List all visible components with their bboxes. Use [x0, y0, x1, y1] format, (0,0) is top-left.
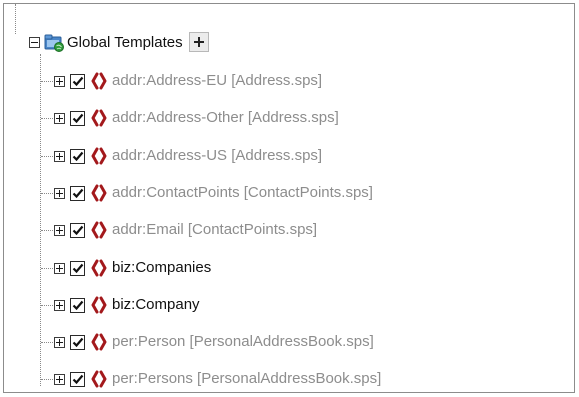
root-label: Global Templates [67, 33, 183, 51]
tree-connector-item [41, 379, 53, 380]
template-item-label: per:Person [PersonalAddressBook.sps] [112, 333, 374, 350]
expand-icon[interactable] [54, 336, 65, 348]
checkmark-icon [72, 374, 83, 385]
template-item[interactable]: per:Persons [PersonalAddressBook.sps] [54, 366, 381, 392]
template-item[interactable]: biz:Company [54, 292, 200, 318]
expand-icon[interactable] [54, 262, 65, 274]
template-tree: Global Templates addr:Address-EU [Addres… [4, 4, 574, 392]
template-braces-icon [91, 259, 107, 277]
template-braces-icon [91, 296, 107, 314]
tree-connector-item [41, 268, 53, 269]
tree-connector-children [40, 54, 41, 386]
template-item[interactable]: addr:ContactPoints [ContactPoints.sps] [54, 180, 373, 206]
enable-checkbox[interactable] [70, 222, 85, 238]
template-braces-icon [91, 221, 107, 239]
tree-connector-item [41, 342, 53, 343]
expand-icon[interactable] [54, 373, 65, 385]
checkmark-icon [72, 188, 83, 199]
template-item-label: addr:Address-US [Address.sps] [112, 147, 323, 164]
checkmark-icon [72, 151, 83, 162]
template-braces-icon [91, 333, 107, 351]
root-node-global-templates[interactable]: Global Templates [29, 29, 209, 55]
enable-checkbox[interactable] [70, 260, 85, 276]
plus-icon [193, 37, 204, 47]
expand-icon[interactable] [54, 187, 65, 199]
template-item[interactable]: addr:Email [ContactPoints.sps] [54, 217, 317, 243]
tree-connector-item [41, 156, 53, 157]
tree-connector-item [41, 193, 53, 194]
template-item[interactable]: addr:Address-Other [Address.sps] [54, 105, 339, 131]
checkmark-icon [72, 337, 83, 348]
expand-icon[interactable] [54, 150, 65, 162]
template-braces-icon [91, 370, 107, 388]
expand-icon[interactable] [54, 112, 65, 124]
template-item-label: biz:Company [112, 296, 200, 313]
tree-connector-item [41, 118, 53, 119]
tree-connector-item [41, 81, 53, 82]
tree-connector-item [41, 230, 53, 231]
template-tree-panel: Global Templates addr:Address-EU [Addres… [3, 3, 575, 393]
checkmark-icon [72, 263, 83, 274]
checkmark-icon [72, 300, 83, 311]
expand-icon[interactable] [54, 75, 65, 87]
template-braces-icon [91, 109, 107, 127]
template-item-label: addr:ContactPoints [ContactPoints.sps] [112, 184, 373, 201]
checkmark-icon [72, 76, 83, 87]
template-item-label: per:Persons [PersonalAddressBook.sps] [112, 370, 382, 387]
template-item[interactable]: addr:Address-EU [Address.sps] [54, 68, 322, 94]
checkmark-icon [72, 225, 83, 236]
expand-icon[interactable] [54, 224, 65, 236]
template-braces-icon [91, 72, 107, 90]
template-item-label: addr:Address-EU [Address.sps] [112, 72, 323, 89]
enable-checkbox[interactable] [70, 334, 85, 350]
enable-checkbox[interactable] [70, 110, 85, 126]
global-templates-folder-icon [44, 34, 64, 52]
collapse-icon[interactable] [29, 36, 40, 48]
template-item[interactable]: biz:Companies [54, 255, 211, 281]
template-item-label: addr:Email [ContactPoints.sps] [112, 221, 318, 238]
enable-checkbox[interactable] [70, 185, 85, 201]
tree-connector-root [15, 4, 16, 34]
enable-checkbox[interactable] [70, 73, 85, 89]
enable-checkbox[interactable] [70, 371, 85, 387]
enable-checkbox[interactable] [70, 148, 85, 164]
template-braces-icon [91, 147, 107, 165]
enable-checkbox[interactable] [70, 297, 85, 313]
template-braces-icon [91, 184, 107, 202]
template-item[interactable]: per:Person [PersonalAddressBook.sps] [54, 329, 374, 355]
add-template-button[interactable] [188, 32, 209, 52]
expand-icon[interactable] [54, 299, 65, 311]
template-item-label: biz:Companies [112, 259, 212, 276]
checkmark-icon [72, 113, 83, 124]
template-item-label: addr:Address-Other [Address.sps] [112, 109, 339, 126]
tree-connector-item [41, 305, 53, 306]
template-item[interactable]: addr:Address-US [Address.sps] [54, 143, 322, 169]
